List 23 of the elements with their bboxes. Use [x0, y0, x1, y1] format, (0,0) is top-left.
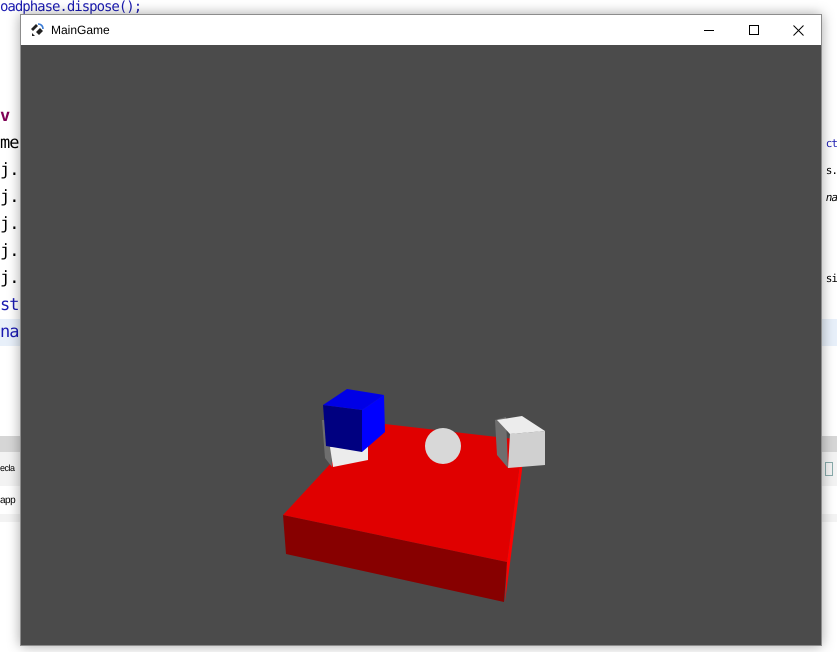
code-text: j. [0, 213, 18, 236]
code-text: oadphase.dispose(); [0, 0, 142, 14]
console-text: app [0, 494, 16, 508]
code-text: na [0, 321, 18, 344]
panel-splitter[interactable] [822, 436, 837, 452]
code-text: na [826, 190, 837, 206]
code-text: st [0, 294, 18, 317]
code-text: ct [826, 136, 837, 152]
window-title: MainGame [51, 22, 110, 39]
app-icon [29, 22, 45, 38]
code-text: j. [0, 159, 18, 182]
code-text: j. [0, 240, 18, 263]
code-text: v [0, 105, 10, 128]
panel-splitter[interactable] [0, 436, 20, 452]
code-text: j. [0, 267, 18, 290]
code-text: me [0, 132, 18, 155]
toolbar-icon[interactable] [825, 462, 833, 476]
panel-tab-label[interactable]: ecla [0, 462, 15, 476]
maximize-icon [748, 25, 758, 35]
code-text: si [826, 271, 837, 287]
close-icon [793, 24, 804, 36]
code-text: j. [0, 186, 18, 209]
code-text: s. [826, 163, 837, 179]
